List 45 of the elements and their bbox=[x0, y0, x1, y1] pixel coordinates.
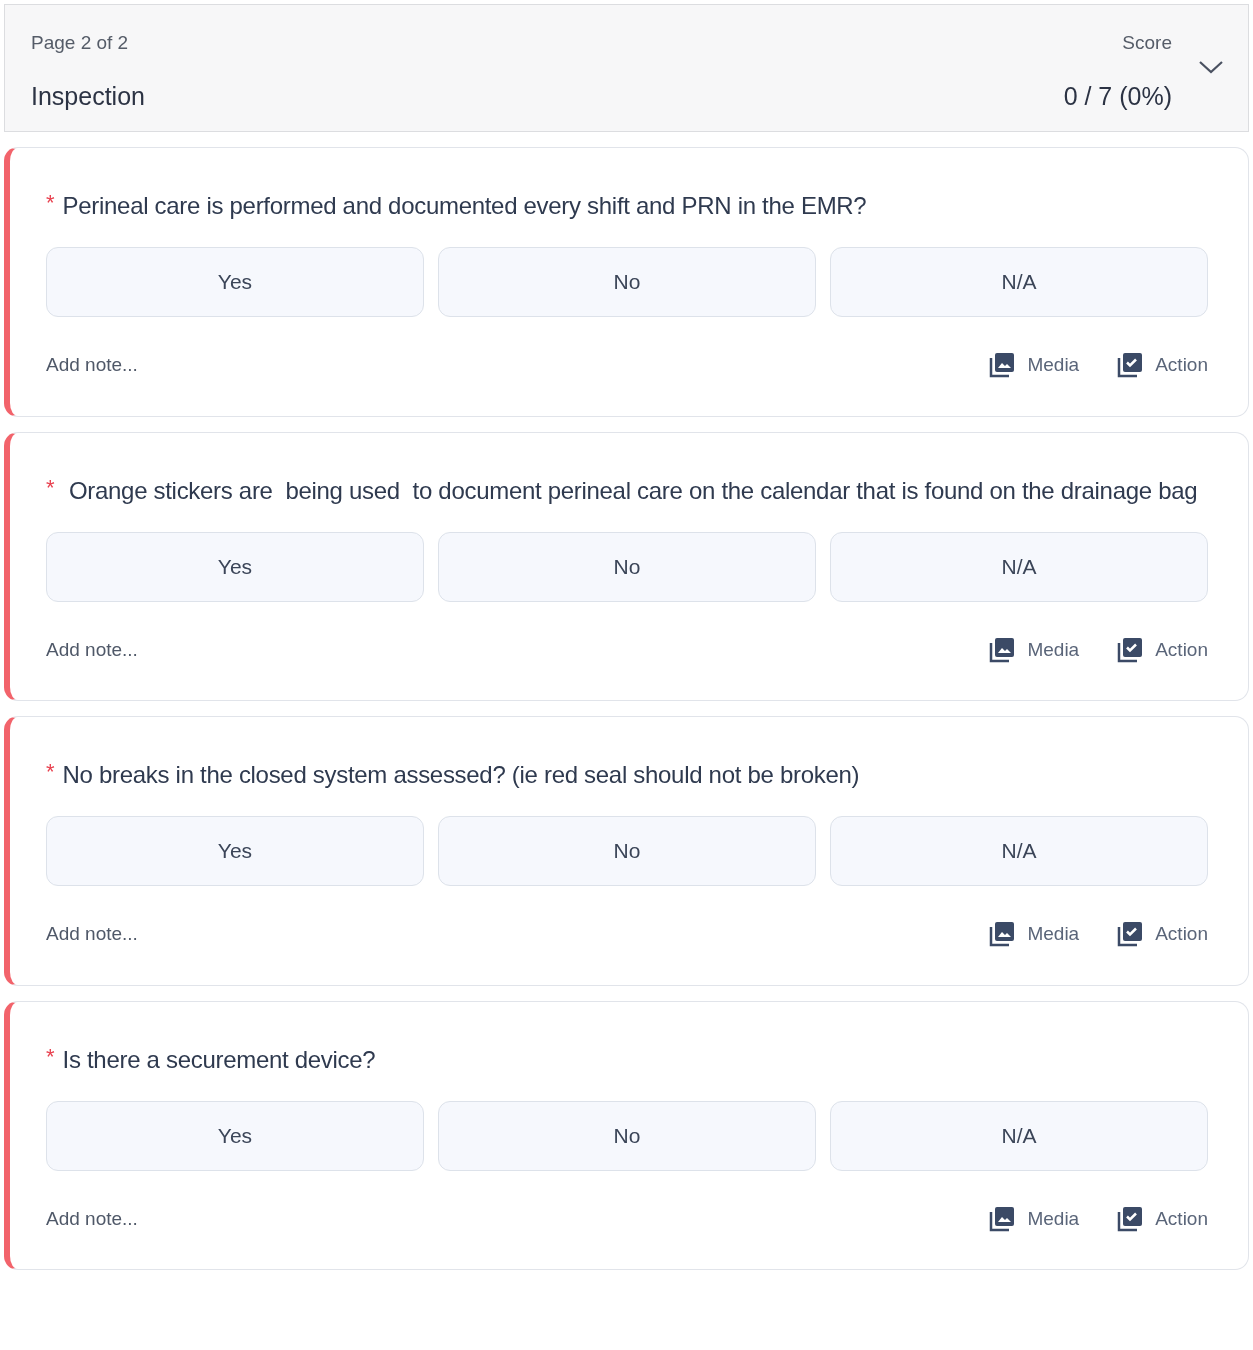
image-stack-icon bbox=[989, 636, 1016, 663]
action-button[interactable]: Action bbox=[1117, 351, 1208, 380]
checkbox-stack-icon bbox=[1117, 636, 1144, 663]
answer-option[interactable]: No bbox=[438, 247, 816, 317]
media-button[interactable]: Media bbox=[989, 1204, 1080, 1233]
media-button[interactable]: Media bbox=[989, 351, 1080, 380]
image-stack-icon bbox=[989, 352, 1016, 379]
add-note-link[interactable]: Add note... bbox=[46, 920, 138, 949]
score-label: Score bbox=[1122, 31, 1172, 55]
answer-option[interactable]: Yes bbox=[46, 1100, 424, 1171]
answer-option[interactable]: No bbox=[438, 816, 816, 886]
answer-option[interactable]: N/A bbox=[830, 531, 1208, 602]
add-note-link[interactable]: Add note... bbox=[46, 1204, 138, 1233]
add-note-link[interactable]: Add note... bbox=[46, 351, 138, 380]
required-asterisk: * bbox=[46, 473, 55, 502]
image-stack-icon bbox=[989, 921, 1016, 948]
answer-option[interactable]: Yes bbox=[46, 247, 424, 317]
answer-option[interactable]: Yes bbox=[46, 816, 424, 886]
action-button[interactable]: Action bbox=[1117, 1204, 1208, 1233]
question-text: Is there a securement device? bbox=[62, 1044, 376, 1075]
answer-option[interactable]: Yes bbox=[46, 531, 424, 602]
add-note-link[interactable]: Add note... bbox=[46, 635, 138, 664]
image-stack-icon bbox=[989, 1205, 1016, 1232]
checkbox-stack-icon bbox=[1117, 1205, 1144, 1232]
checkbox-stack-icon bbox=[1117, 921, 1144, 948]
answer-option[interactable]: No bbox=[438, 1100, 816, 1171]
required-asterisk: * bbox=[46, 189, 55, 217]
page-indicator: Page 2 of 2 bbox=[31, 31, 130, 55]
required-asterisk: * bbox=[46, 758, 55, 786]
score-value: 0 / 7 (0%) bbox=[1063, 80, 1172, 112]
answer-option[interactable]: No bbox=[438, 531, 816, 602]
answer-option[interactable]: N/A bbox=[830, 1100, 1208, 1171]
section-title: Inspection bbox=[31, 80, 145, 112]
chevron-icon[interactable] bbox=[1198, 59, 1224, 75]
question-text: Orange stickers are being used to document perineal care on the calendar that is found on the drainage bag bbox=[67, 475, 1198, 506]
question-text: Perineal care is performed and documented every shift and PRN in the EMR? bbox=[62, 191, 867, 221]
media-button[interactable]: Media bbox=[989, 920, 1080, 949]
action-button[interactable]: Action bbox=[1117, 920, 1208, 949]
answer-option[interactable]: N/A bbox=[830, 816, 1208, 886]
checkbox-stack-icon bbox=[1117, 352, 1144, 379]
action-button[interactable]: Action bbox=[1117, 635, 1208, 664]
required-asterisk: * bbox=[46, 1042, 55, 1071]
media-button[interactable]: Media bbox=[989, 635, 1080, 664]
answer-option[interactable]: N/A bbox=[830, 247, 1208, 317]
question-text: No breaks in the closed system assessed? (ie red seal should not be broken) bbox=[62, 760, 860, 790]
